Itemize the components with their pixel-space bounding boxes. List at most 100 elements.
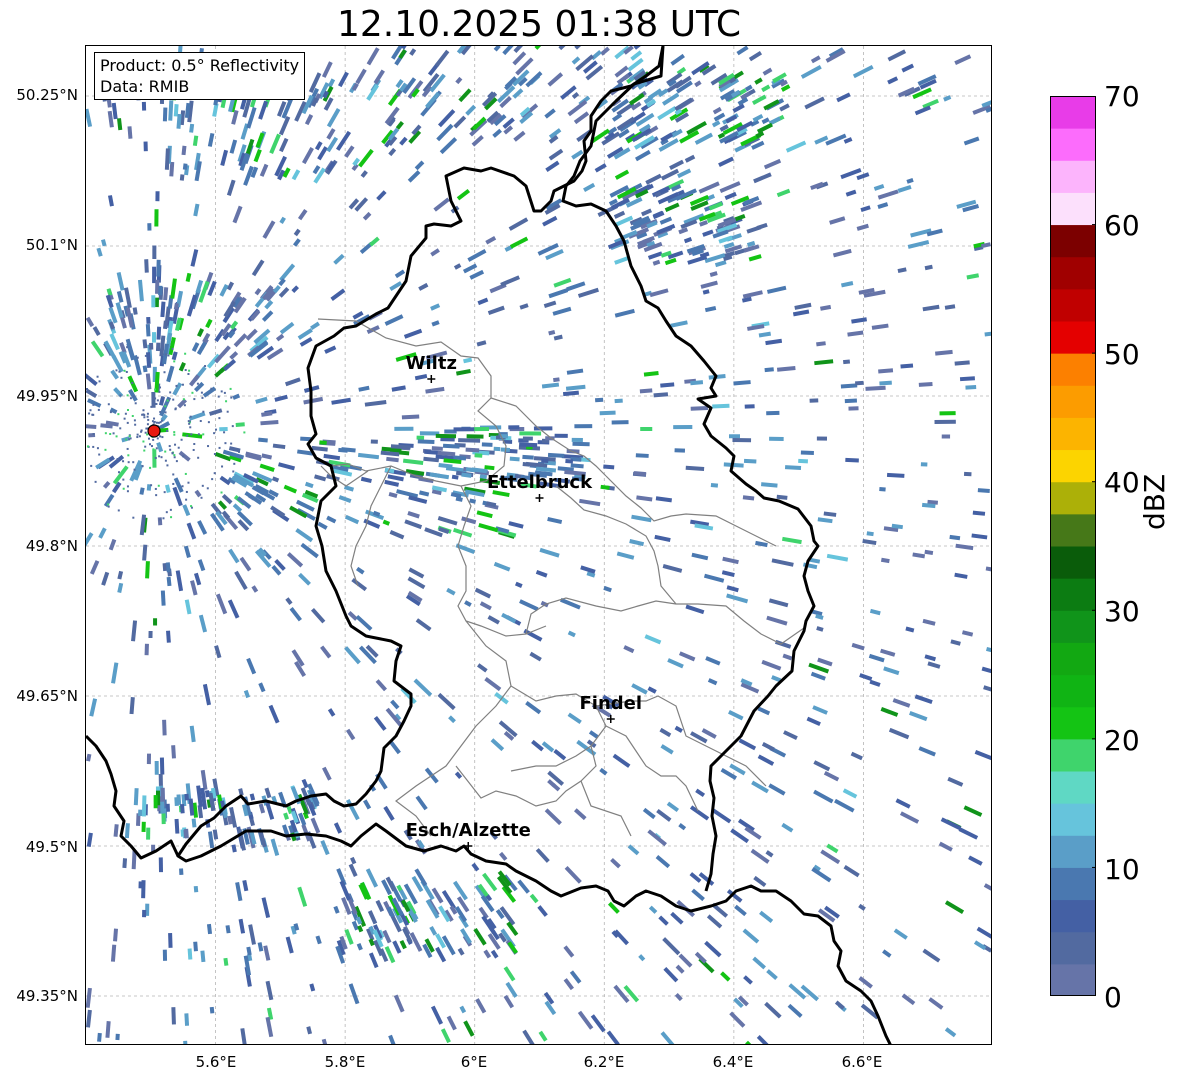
echo-cell	[475, 998, 487, 1014]
echo-cell	[865, 385, 886, 391]
echo-cell	[158, 285, 163, 296]
echo-cell	[765, 338, 783, 346]
echo-cell	[245, 328, 258, 341]
echo-cell	[151, 295, 156, 308]
colorbar-segment	[1050, 385, 1096, 418]
echo-cell	[522, 1029, 536, 1044]
echo-cell	[384, 314, 404, 326]
echo-cell	[193, 572, 202, 586]
clutter-pixel	[197, 433, 200, 436]
echo-cell	[603, 585, 612, 593]
echo-cell	[678, 651, 696, 662]
echo-cell	[394, 269, 406, 279]
clutter-pixel	[140, 430, 143, 433]
clutter-pixel	[233, 462, 236, 465]
clutter-pixel	[185, 498, 188, 501]
echo-cell	[659, 216, 673, 225]
echo-cell	[766, 615, 788, 626]
echo-cell	[184, 1013, 190, 1026]
radar-map[interactable]: Wiltz Ettelbruck Findel Esch/Alzette	[85, 45, 992, 1045]
echo-cell	[229, 351, 239, 360]
echo-cell	[285, 597, 293, 605]
echo-cell	[660, 168, 680, 181]
echo-cell	[553, 277, 572, 288]
echo-cell	[117, 582, 124, 593]
colorbar-label: dBZ	[1138, 473, 1171, 530]
echo-cell	[691, 552, 709, 561]
echo-cell	[355, 614, 373, 631]
clutter-pixel	[230, 396, 233, 399]
clutter-pixel	[126, 394, 129, 397]
echo-cell	[574, 424, 593, 429]
clutter-pixel	[150, 405, 153, 408]
echo-cell	[154, 760, 159, 775]
echo-cell	[416, 435, 425, 440]
lon-tick: 5.6°E	[195, 1053, 237, 1071]
echo-cell	[862, 538, 877, 546]
echo-cell	[438, 109, 456, 128]
lat-tick: 50.1°N	[25, 236, 78, 254]
echo-cell	[197, 559, 206, 572]
clutter-pixel	[231, 425, 234, 428]
echo-cell	[571, 437, 583, 443]
echo-cell	[878, 368, 894, 374]
echo-cell	[195, 279, 204, 294]
clutter-pixel	[152, 448, 155, 451]
echo-cell	[935, 349, 953, 356]
echo-cell	[142, 339, 148, 349]
colorbar-segment	[1050, 674, 1096, 708]
echo-cell	[401, 414, 420, 420]
echo-cell	[98, 527, 107, 539]
echo-cell	[761, 117, 770, 125]
echo-cell	[113, 824, 119, 837]
echo-cell	[131, 620, 138, 642]
data-source-label: Data: RMIB	[100, 77, 190, 96]
clutter-pixel	[132, 461, 135, 464]
echo-cell	[571, 56, 581, 65]
lat-tick: 49.95°N	[16, 387, 78, 405]
clutter-pixel	[200, 391, 203, 394]
colorbar-tick: 50	[1104, 338, 1140, 371]
echo-cell	[674, 725, 683, 733]
echo-cell	[323, 453, 341, 461]
city-label: Esch/Alzette	[406, 820, 531, 841]
echo-cell	[146, 316, 151, 324]
clutter-pixel	[189, 426, 192, 429]
echo-cell	[535, 848, 550, 863]
clutter-pixel	[87, 377, 90, 380]
echo-cell	[670, 320, 688, 328]
echo-cell	[783, 730, 798, 741]
echo-cell	[776, 494, 788, 500]
echo-cell	[541, 382, 560, 389]
echo-cell	[335, 130, 352, 151]
clutter-pixel	[218, 446, 221, 449]
clutter-pixel	[150, 445, 153, 448]
echo-cell	[177, 398, 188, 409]
echo-cell	[365, 868, 379, 888]
graticule	[86, 46, 991, 1044]
echo-cell	[746, 225, 762, 234]
clutter-pixel	[159, 386, 162, 389]
city-label: Ettelbruck	[487, 472, 593, 493]
echo-cell	[89, 560, 100, 575]
echo-cell	[768, 783, 786, 796]
echo-cell	[920, 462, 928, 467]
echo-cell	[139, 487, 145, 495]
echo-cell	[86, 108, 93, 128]
clutter-pixel	[223, 391, 226, 394]
echo-cell	[714, 260, 727, 268]
clutter-pixel	[169, 448, 172, 451]
echo-cell	[705, 656, 721, 666]
clutter-pixel	[173, 433, 176, 436]
echo-cell	[441, 890, 457, 910]
echo-cell	[344, 145, 355, 158]
clutter-pixel	[154, 487, 157, 490]
clutter-pixel	[155, 421, 158, 424]
echo-cell	[122, 858, 128, 869]
echo-cell	[193, 885, 199, 893]
echo-cell	[430, 248, 440, 257]
echo-cell	[487, 615, 500, 625]
echo-cell	[297, 208, 308, 221]
echo-cell	[255, 396, 268, 404]
echo-cell	[771, 558, 794, 567]
